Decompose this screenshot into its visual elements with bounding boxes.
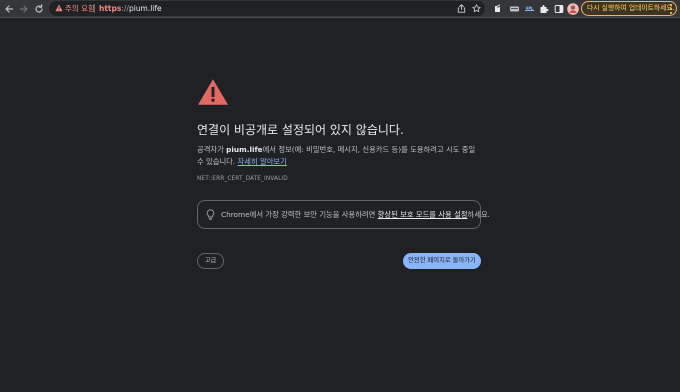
url-scheme: https: [99, 4, 122, 13]
warning-description: 공격자가 pium.life에서 정보(예: 비밀번호, 메시지, 신용카드 등…: [197, 144, 481, 168]
lightbulb-icon: [206, 209, 215, 220]
avatar[interactable]: [566, 2, 580, 16]
tip-suffix: 하세요.: [467, 210, 490, 219]
update-label: 다시 실행하여 업데이트하세요.: [587, 4, 675, 12]
omnibox-divider: [94, 4, 95, 13]
tip-prefix: Chrome에서 가장 강력한 보안 기능을 사용하려면: [221, 210, 378, 219]
security-status-label[interactable]: 주의 요함: [65, 3, 95, 14]
warning-triangle-icon[interactable]: [55, 4, 63, 12]
reload-icon[interactable]: [32, 2, 46, 16]
url-text[interactable]: https://pium.life: [99, 3, 162, 14]
enhanced-protection-link[interactable]: 향상된 보호 모드를 사용 설정: [378, 210, 468, 219]
address-bar[interactable]: 주의 요함 https://pium.life: [49, 1, 485, 16]
relaunch-update-button[interactable]: 다시 실행하여 업데이트하세요.: [581, 1, 677, 16]
description-prefix: 공격자가: [197, 145, 227, 154]
advanced-button[interactable]: 고급: [197, 253, 224, 269]
back-to-safety-button[interactable]: 안전한 페이지로 돌아가기: [403, 253, 481, 269]
tip-text: Chrome에서 가장 강력한 보안 기능을 사용하려면 향상된 보호 모드를 …: [221, 209, 490, 220]
error-code: NET::ERR_CERT_DATE_INVALID: [197, 176, 288, 182]
extension-3-icon[interactable]: [522, 2, 536, 16]
share-icon[interactable]: [456, 3, 467, 14]
forward-arrow-icon[interactable]: [17, 2, 31, 16]
toolbar-divider: [0, 17, 680, 18]
description-host: pium.life: [226, 145, 263, 154]
extension-1-icon[interactable]: [491, 2, 505, 16]
side-panel-icon[interactable]: [552, 2, 566, 16]
puzzle-icon[interactable]: [537, 2, 551, 16]
red-alert-triangle-icon: [198, 79, 228, 105]
learn-more-link[interactable]: 자세히 알아보기: [238, 157, 287, 166]
back-arrow-icon[interactable]: [2, 2, 16, 16]
url-separator: ://: [121, 4, 129, 13]
enhanced-protection-tip: Chrome에서 가장 강력한 보안 기능을 사용하려면 향상된 보호 모드를 …: [197, 200, 490, 229]
star-icon[interactable]: [471, 3, 482, 14]
extension-2-icon[interactable]: [507, 2, 521, 16]
url-host: pium.life: [128, 4, 162, 13]
kebab-menu-icon[interactable]: [669, 4, 673, 14]
page-title: 연결이 비공개로 설정되어 있지 않습니다.: [197, 123, 404, 137]
browser-toolbar: 주의 요함 https://pium.life 다시 실행하여 업데이트하세요.: [0, 0, 680, 18]
